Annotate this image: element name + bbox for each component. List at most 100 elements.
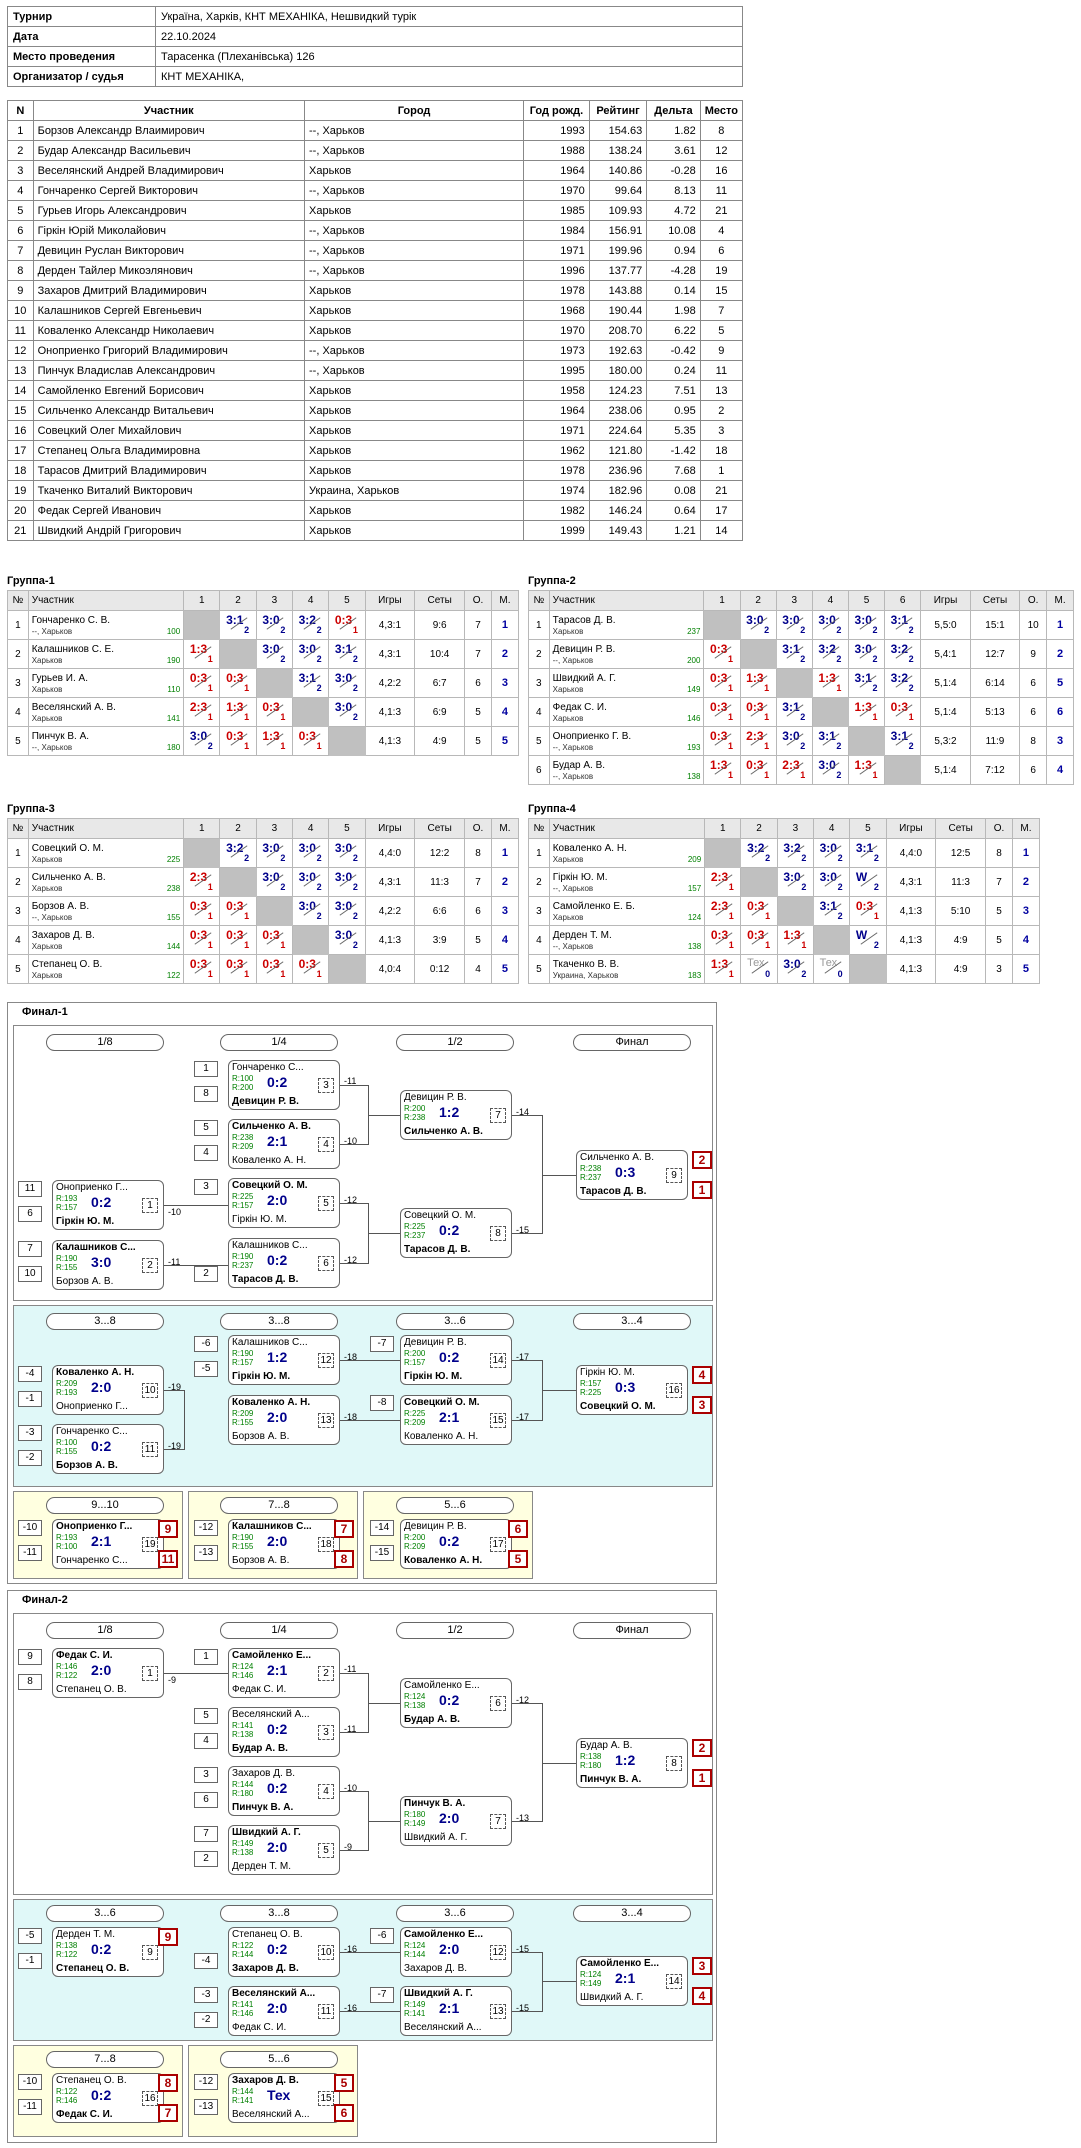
table-cell: Борзов Александр Влаимирович	[32, 120, 306, 141]
seed-badge: 4	[194, 1733, 218, 1749]
match-box[interactable]: Самойленко Е... R:124 R:146 2:1 2 Федак С. И.	[228, 1648, 340, 1698]
match-score: 2:1	[267, 1133, 288, 1149]
match-box[interactable]: Гончаренко С... R:100 R:155 0:2 11 Борзов А. …	[52, 1424, 164, 1474]
match-box[interactable]: Коваленко А. Н. R:209 R:193 2:0 10 Оноприенко…	[52, 1365, 164, 1415]
self-cell	[219, 867, 257, 897]
score-points: 1	[764, 711, 770, 722]
city-text: Харьков	[31, 655, 63, 665]
games-cell: 4,4:0	[364, 838, 416, 868]
match-score: 2:1	[439, 2000, 460, 2016]
player-1: Захаров Д. В.	[232, 2075, 299, 2086]
table-cell: 1962	[523, 440, 590, 461]
score-cell: 0:3 1	[255, 954, 293, 984]
seed-badge: -7	[370, 1987, 394, 2003]
match-box[interactable]: Степанец О. В. R:122 R:144 0:2 10 Захаров Д. …	[228, 1927, 340, 1977]
match-box[interactable]: Самойленко Е... R:124 R:144 2:0 12 Захаров Д.…	[400, 1927, 512, 1977]
sets-cell: 7:12	[969, 755, 1021, 785]
seed-badge: -11	[18, 2099, 42, 2115]
row-number: 4	[528, 697, 550, 727]
score-cell: 3:1 2	[291, 668, 330, 698]
match-box[interactable]: Сильченко А. В. R:238 R:237 0:3 9 Тарасов Д. …	[576, 1150, 688, 1200]
participant-cell: Швидкий А. Г. Харьков 149	[548, 668, 705, 698]
match-box[interactable]: Пинчук В. А. R:180 R:149 2:0 7 Швидкий А. Г.	[400, 1796, 512, 1846]
group-header-row: № Участник 1 2 3 4 5 Игры Сеты О. М.	[528, 818, 1041, 839]
match-score: 1:3 1	[781, 928, 809, 950]
match-box[interactable]: Совецкий О. М. R:225 R:237 0:2 8 Тарасов Д. В…	[400, 1208, 512, 1258]
group-row: 4 Дерден Т. М. --, Харьков 138 0:3 1 0:3 1 1:3 1 W…	[528, 925, 1041, 955]
match-box[interactable]: Дерден Т. М. R:138 R:122 0:2 9 Степанец О. В.	[52, 1927, 164, 1977]
self-cell	[219, 639, 257, 669]
col-no: №	[528, 590, 550, 611]
match-box[interactable]: Захаров Д. В. R:144 R:180 0:2 4 Пинчук В. А.	[228, 1766, 340, 1816]
match-score: 2:0	[439, 1810, 460, 1826]
sets-cell: 4:9	[935, 925, 987, 955]
match-box[interactable]: Оноприенко Г... R:193 R:100 2:1 19 Гончаренко…	[52, 1519, 164, 1569]
match-box[interactable]: Оноприенко Г... R:193 R:157 0:2 1 Гіркін Ю. М…	[52, 1180, 164, 1230]
match-score: 3:0 2	[333, 870, 361, 892]
match-box[interactable]: Девицин Р. В. R:200 R:238 1:2 7 Сильченко А. …	[400, 1090, 512, 1140]
match-box[interactable]: Калашников С... R:190 R:155 2:0 18 Борзов А. …	[228, 1519, 340, 1569]
participant-cell: Захаров Д. В. Харьков 144	[27, 925, 185, 955]
table-row: 10 Калашников Сергей Евгеньевич Харьков 196…	[7, 300, 744, 321]
seed-badge: -3	[18, 1425, 42, 1441]
match-box[interactable]: Веселянский А... R:141 R:138 0:2 3 Будар А. В…	[228, 1707, 340, 1757]
match-box[interactable]: Самойленко Е... R:124 R:138 0:2 6 Будар А. В.	[400, 1678, 512, 1728]
match-box[interactable]: Сильченко А. В. R:238 R:209 2:1 4 Коваленко А…	[228, 1119, 340, 1169]
match-box[interactable]: Швидкий А. Г. R:149 R:138 2:0 5 Дерден Т. М.	[228, 1825, 340, 1875]
match-box[interactable]: Самойленко Е... R:124 R:149 2:1 14 Швидкий А.…	[576, 1956, 688, 2006]
rating-2: R:209	[404, 1418, 426, 1427]
table-cell: 17	[7, 440, 34, 461]
bracket-line	[164, 1205, 228, 1206]
participant-name: Борзов А. В.	[31, 900, 90, 912]
match-box[interactable]: Веселянский А... R:141 R:146 2:0 11 Федак С. …	[228, 1986, 340, 2036]
match-box[interactable]: Калашников С... R:190 R:155 3:0 2 Борзов А. В…	[52, 1240, 164, 1290]
player-1: Федак С. И.	[56, 1650, 113, 1661]
match-box[interactable]: Гончаренко С... R:100 R:200 0:2 3 Девицин Р. …	[228, 1060, 340, 1110]
loser-label: -14	[516, 1107, 530, 1117]
score-cell: 3:0 2	[255, 639, 293, 669]
match-box[interactable]: Девицин Р. В. R:200 R:157 0:2 14 Гіркін Ю. М.	[400, 1335, 512, 1385]
match-box[interactable]: Совецкий О. М. R:225 R:157 2:0 5 Гіркін Ю. М.	[228, 1178, 340, 1228]
match-box[interactable]: Калашников С... R:190 R:237 0:2 6 Тарасов Д. …	[228, 1238, 340, 1288]
table-cell: 238.06	[588, 400, 648, 421]
player-2: Коваленко А. Н.	[404, 1555, 483, 1566]
match-box[interactable]: Коваленко А. Н. R:209 R:155 2:0 13 Борзов А. …	[228, 1395, 340, 1445]
match-score: 1:2	[439, 1104, 460, 1120]
row-number: 2	[528, 639, 550, 669]
table-cell: 11	[699, 360, 744, 381]
score-value: 3:1	[890, 612, 908, 627]
player-1: Гончаренко С...	[56, 1426, 128, 1437]
match-box[interactable]: Совецкий О. М. R:225 R:209 2:1 15 Коваленко А…	[400, 1395, 512, 1445]
match-box[interactable]: Девицин Р. В. R:200 R:209 0:2 17 Коваленко А.…	[400, 1519, 512, 1569]
match-box[interactable]: Захаров Д. В. R:144 R:141 Тех 15 Веселянский …	[228, 2073, 340, 2123]
match-box[interactable]: Калашников С... R:190 R:157 1:2 12 Гіркін Ю. …	[228, 1335, 340, 1385]
group-header-row: № Участник 1 2 3 4 5 6 Игры Сеты О. М.	[528, 590, 1074, 611]
rating-1: R:146	[56, 1662, 78, 1671]
rating-1: R:193	[56, 1533, 78, 1542]
table-cell: 15	[699, 280, 744, 301]
round-label: 7...8	[220, 1497, 338, 1514]
match-box[interactable]: Швидкий А. Г. R:149 R:141 2:1 13 Веселянский …	[400, 1986, 512, 2036]
match-score: 3:1 2	[780, 642, 808, 664]
info-row: Организатор / судья КНТ МЕХАНІКА,	[7, 66, 743, 87]
bracket-line	[542, 1763, 576, 1764]
participant-cell: Будар А. В. --, Харьков 138	[548, 755, 705, 785]
table-row: 7 Девицин Руслан Викторович --, Харьков 197…	[7, 240, 744, 261]
city-text: --, Харьков	[552, 883, 594, 893]
match-box[interactable]: Будар А. В. R:138 R:180 1:2 8 Пинчук В. А.	[576, 1738, 688, 1788]
final-1-panel: Финал-1 1/8 1/4 1/2 Финал 1 8 Гончаренко С... R…	[7, 1002, 717, 1584]
score-points: 1	[728, 939, 734, 950]
match-box[interactable]: Федак С. И. R:146 R:122 2:0 1 Степанец О. В.	[52, 1648, 164, 1698]
score-points: 1	[352, 624, 358, 635]
match-box[interactable]: Гіркін Ю. М. R:157 R:225 0:3 16 Совецкий О. М…	[576, 1365, 688, 1415]
table-cell: 1996	[523, 260, 590, 281]
participant-city: Харьков 225	[32, 855, 180, 864]
match-number: 4	[318, 1784, 334, 1799]
place-cell: 6	[1046, 697, 1074, 727]
match-box[interactable]: Степанец О. В. R:122 R:146 0:2 16 Федак С. И.	[52, 2073, 164, 2123]
points-cell: 6	[1019, 668, 1048, 698]
participant-name: Ткаченко В. В.	[552, 958, 620, 970]
score-points: 1	[728, 910, 734, 921]
score-cell: W2	[849, 867, 887, 897]
participant-city: Харьков 122	[32, 971, 180, 980]
